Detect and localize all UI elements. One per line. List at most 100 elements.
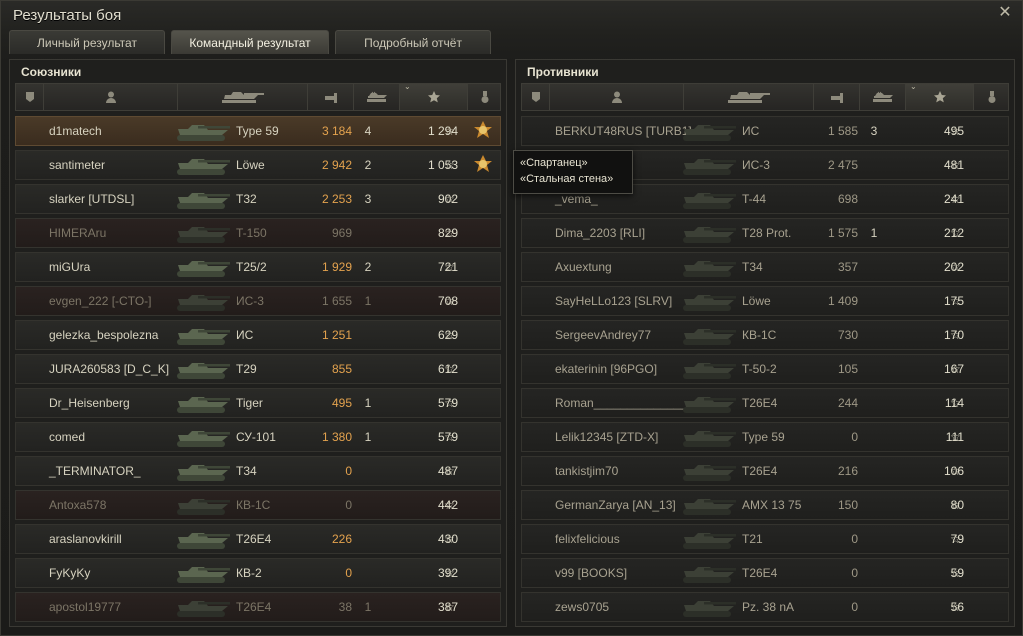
ally-row[interactable]: miGUra T25/2 1 929 2 721 ☆ [15, 252, 501, 282]
ally-row[interactable]: Dr_Heisenberg Tiger 495 1 579 ☆ [15, 388, 501, 418]
enemies-panel: Противники ⌄ BERKUT48RUS [TURB1] ИС 1 58… [515, 59, 1015, 627]
kills-value: 4 [364, 124, 372, 138]
enemies-title: Противники [527, 65, 599, 79]
vehicle-column-header[interactable] [684, 84, 814, 110]
squad-column-header[interactable] [16, 84, 44, 110]
damage-value: 1 575 [827, 226, 858, 240]
damage-value: 0 [851, 532, 858, 546]
close-icon[interactable]: ✕ [997, 5, 1013, 21]
tank-name: AMX 13 75 [742, 498, 802, 512]
squad-icon [531, 92, 540, 102]
tank-icon [680, 151, 740, 179]
ally-row[interactable]: Antoxa578 КВ-1С 0 442 ☆ [15, 490, 501, 520]
star-icon: ☆ [444, 498, 455, 512]
tank-name: КВ-2 [236, 566, 262, 580]
star-icon: ☆ [950, 566, 961, 580]
enemy-row[interactable]: Dima_2203 [RLI] T28 Prot. 1 575 1 212 ☆ [521, 218, 1009, 248]
enemy-row[interactable]: Roman______________ T26E4 244 114 ☆ [521, 388, 1009, 418]
ally-row[interactable]: araslanovkirill T26E4 226 430 ☆ [15, 524, 501, 554]
kills-value [353, 457, 383, 485]
ally-row[interactable]: FyKyKy КВ-2 0 392 ☆ [15, 558, 501, 588]
tank-icon [680, 559, 740, 587]
damage-column-header[interactable] [308, 84, 354, 110]
enemy-row[interactable]: zews0705 Pz. 38 nA 0 56 ☆ [521, 592, 1009, 622]
tank-icon [174, 219, 234, 247]
tank-name: Tiger [236, 396, 263, 410]
tank-icon [174, 117, 234, 145]
tab-team-result[interactable]: Командный результат [171, 30, 329, 54]
tank-name: T26E4 [236, 600, 272, 614]
enemy-row[interactable]: Lelik12345 [ZTD-X] Type 59 0 111 ☆ [521, 422, 1009, 452]
kills-value [859, 287, 889, 315]
star-icon: ☆ [444, 396, 455, 410]
ally-row[interactable]: apostol19777 T26E4 38 1 387 ☆ [15, 592, 501, 622]
medal-icon[interactable] [472, 119, 494, 143]
ally-row[interactable]: comed СУ-101 1 380 1 579 ☆ [15, 422, 501, 452]
enemy-row[interactable]: Axuextung T34 357 202 ☆ [521, 252, 1009, 282]
damage-value: 1 380 [321, 430, 352, 444]
kills-value [859, 457, 889, 485]
xp-column-header[interactable]: ⌄ [400, 82, 468, 110]
ally-row[interactable]: HIMERAru T-150 969 829 ☆ [15, 218, 501, 248]
ally-row[interactable]: gelezka_bespolezna ИС 1 251 629 ☆ [15, 320, 501, 350]
player-column-header[interactable] [44, 84, 178, 110]
kills-value [353, 355, 383, 383]
enemy-row[interactable]: felixfelicious T21 0 79 ☆ [521, 524, 1009, 554]
ally-row[interactable]: _TERMINATOR_ T34 0 487 ☆ [15, 456, 501, 486]
enemy-row[interactable]: v99 [BOOKS] T26E4 0 59 ☆ [521, 558, 1009, 588]
damage-value: 150 [837, 498, 858, 512]
allies-title: Союзники [21, 65, 82, 79]
kills-value [859, 423, 889, 451]
enemy-row[interactable]: tankistjim70 T26E4 216 106 ☆ [521, 456, 1009, 486]
enemy-row[interactable]: GermanZarya [AN_13] AMX 13 75 150 80 ☆ [521, 490, 1009, 520]
kills-column-header[interactable] [354, 84, 400, 110]
damage-value: 216 [837, 464, 858, 478]
player-column-header[interactable] [550, 84, 684, 110]
tank-name: T29 [236, 362, 257, 376]
damage-value: 357 [837, 260, 858, 274]
enemy-row[interactable]: SayHeLLo123 [SLRV] Löwe 1 409 175 ☆ [521, 286, 1009, 316]
damage-value: 0 [345, 498, 352, 512]
medals-column-header[interactable] [468, 84, 502, 110]
tank-icon [680, 457, 740, 485]
tank-name: Type 59 [236, 124, 279, 138]
ally-row[interactable]: slarker [UTDSL] T32 2 253 3 902 ☆ [15, 184, 501, 214]
star-icon: ☆ [444, 226, 455, 240]
damage-value: 730 [837, 328, 858, 342]
tank-icon [680, 593, 740, 621]
ally-row[interactable]: JURA260583 [D_C_K] T29 855 612 ☆ [15, 354, 501, 384]
ally-row[interactable]: d1matech Type 59 3 184 4 1 294 ☆ [15, 116, 501, 146]
damage-icon [830, 93, 843, 103]
tank-name: Löwe [236, 158, 265, 172]
tank-name: Pz. 38 nA [742, 600, 795, 614]
enemy-row[interactable]: ekaterinin [96PGO] T-50-2 105 167 ☆ [521, 354, 1009, 384]
kills-value: 1 [364, 430, 372, 444]
enemy-row[interactable]: SergeevAndrey77 КВ-1С 730 170 ☆ [521, 320, 1009, 350]
medals-column-header[interactable] [974, 84, 1010, 110]
tab-personal-result[interactable]: Личный результат [9, 30, 165, 54]
tank-icon [174, 593, 234, 621]
kills-value [859, 491, 889, 519]
tank-name: T28 Prot. [742, 226, 792, 240]
squad-column-header[interactable] [522, 84, 550, 110]
tank-icon [680, 491, 740, 519]
enemy-row[interactable]: BERKUT48RUS [TURB1] ИС 1 585 3 495 ☆ [521, 116, 1009, 146]
damage-column-header[interactable] [814, 84, 860, 110]
player-icon [611, 91, 622, 103]
tank-name: T26E4 [236, 532, 272, 546]
star-icon: ☆ [950, 294, 961, 308]
sort-chevron-icon: ⌄ [910, 82, 917, 91]
star-icon: ☆ [444, 260, 455, 274]
vehicle-column-header[interactable] [178, 84, 308, 110]
ally-row[interactable]: santimeter Löwe 2 942 2 1 053 ☆ [15, 150, 501, 180]
xp-column-header[interactable]: ⌄ [906, 82, 974, 110]
damage-value: 0 [851, 430, 858, 444]
ally-row[interactable]: evgen_222 [-CTO-] ИС-3 1 655 1 708 ☆ [15, 286, 501, 316]
tab-detailed-report[interactable]: Подробный отчёт [335, 30, 491, 54]
medal-icon[interactable] [472, 153, 494, 177]
star-icon: ☆ [950, 464, 961, 478]
star-icon: ☆ [950, 396, 961, 410]
kills-column-header[interactable] [860, 84, 906, 110]
tank-icon [727, 92, 770, 103]
star-icon: ☆ [950, 226, 961, 240]
